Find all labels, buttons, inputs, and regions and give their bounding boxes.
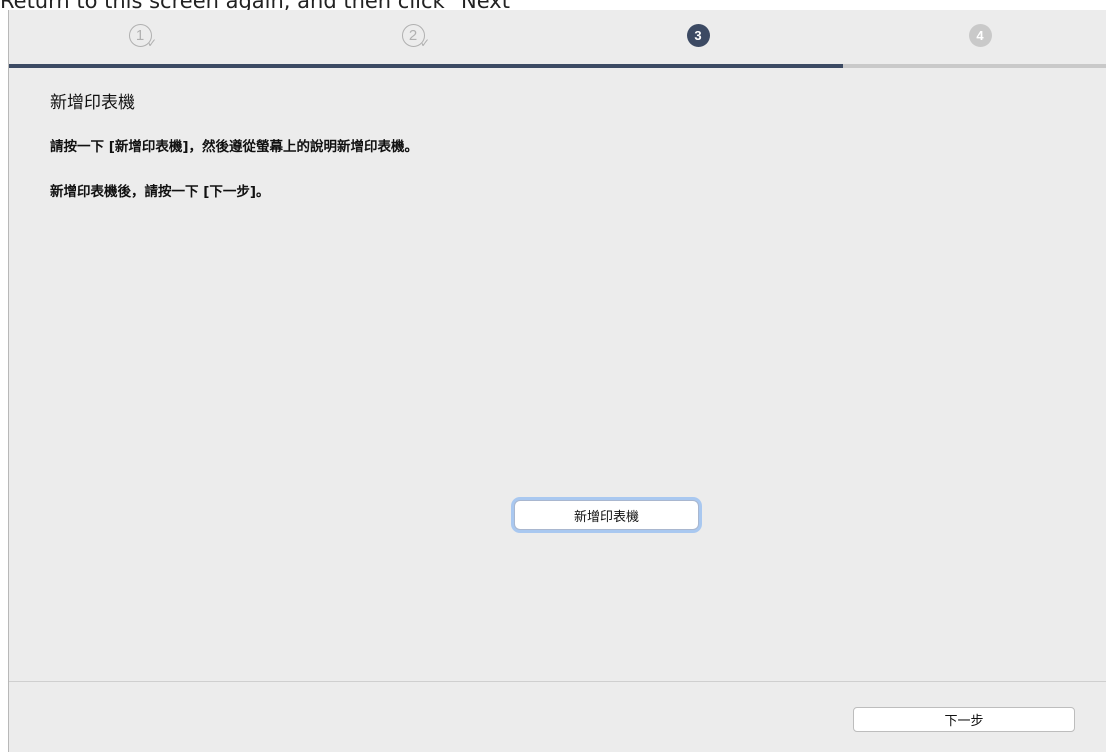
instruction-text-2: 新增印表機後，請按一下 [下一步]。	[50, 184, 270, 200]
add-printer-button[interactable]: 新增印表機	[514, 500, 699, 530]
step-1: 1 ✓	[127, 22, 157, 49]
step-3: 3	[685, 22, 711, 48]
footer-divider	[9, 681, 1106, 682]
step-4-number: 4	[968, 23, 992, 47]
step-2: 2 ✓	[400, 22, 430, 49]
check-icon: ✓	[146, 36, 157, 50]
page-title: 新增印表機	[50, 93, 135, 113]
progress-bar-fill	[9, 64, 844, 68]
check-icon: ✓	[419, 36, 430, 50]
instruction-text-1: 請按一下 [新增印表機]，然後遵從螢幕上的說明新增印表機。	[50, 139, 419, 155]
setup-window: 1 ✓ 2 ✓ 3 4 新增印表機 請按一下 [新增印表機]，然後遵從螢幕上的說…	[8, 10, 1106, 752]
next-button[interactable]: 下一步	[853, 707, 1075, 732]
step-3-number: 3	[686, 23, 710, 47]
step-4: 4	[967, 22, 993, 48]
progress-bar	[9, 64, 1106, 68]
step-indicator: 1 ✓ 2 ✓ 3 4	[9, 10, 1106, 68]
main-content: 新增印表機 請按一下 [新增印表機]，然後遵從螢幕上的說明新增印表機。 新增印表…	[50, 88, 1086, 225]
